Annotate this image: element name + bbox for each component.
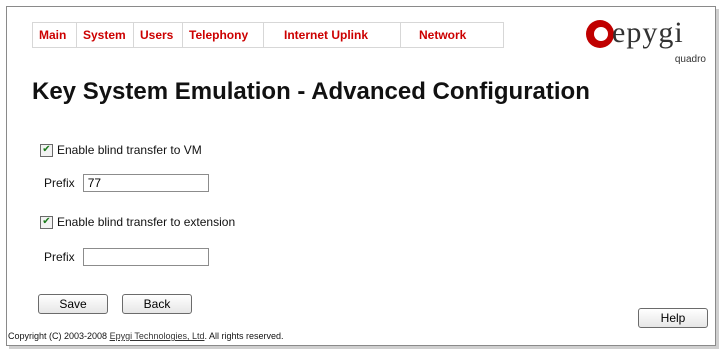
help-button[interactable]: Help bbox=[638, 308, 708, 328]
copyright-prefix: Copyright (C) 2003-2008 bbox=[8, 331, 108, 341]
ext-checkbox[interactable]: ✔ bbox=[40, 215, 53, 229]
vm-prefix-row: Prefix bbox=[44, 174, 209, 192]
nav-item-network[interactable]: Network bbox=[401, 23, 503, 47]
vm-checkbox-label: Enable blind transfer to VM bbox=[57, 143, 202, 157]
ext-checkbox-label: Enable blind transfer to extension bbox=[57, 215, 236, 229]
back-button[interactable]: Back bbox=[122, 294, 192, 314]
nav-item-system[interactable]: System bbox=[77, 23, 134, 47]
copyright-suffix: . All rights reserved. bbox=[204, 331, 284, 341]
top-nav: Main System Users Telephony Internet Upl… bbox=[32, 22, 504, 48]
copyright-footer: Copyright (C) 2003-2008 Epygi Technologi… bbox=[8, 331, 284, 341]
vm-checkbox[interactable]: ✔ bbox=[40, 143, 53, 157]
epygi-logo-mark bbox=[586, 20, 614, 48]
ext-prefix-row: Prefix bbox=[44, 248, 209, 266]
ext-checkbox-row: ✔ Enable blind transfer to extension bbox=[40, 215, 235, 229]
vm-prefix-input[interactable] bbox=[82, 174, 209, 192]
page-title: Key System Emulation - Advanced Configur… bbox=[32, 78, 590, 105]
vm-checkbox-row: ✔ Enable blind transfer to VM bbox=[40, 143, 202, 157]
ext-prefix-label: Prefix bbox=[44, 250, 75, 264]
logo-subtitle: quadro bbox=[674, 54, 706, 65]
nav-item-internet-uplink[interactable]: Internet Uplink bbox=[264, 23, 401, 47]
logo-brand: epygi bbox=[612, 16, 684, 49]
epygi-logo: epygi quadro bbox=[576, 16, 706, 65]
epygi-link[interactable]: Epygi Technologies, Ltd bbox=[110, 331, 205, 341]
save-button[interactable]: Save bbox=[38, 294, 108, 314]
nav-item-telephony[interactable]: Telephony bbox=[183, 23, 264, 47]
nav-item-main[interactable]: Main bbox=[33, 23, 77, 47]
nav-item-users[interactable]: Users bbox=[134, 23, 183, 47]
vm-prefix-label: Prefix bbox=[44, 176, 75, 190]
ext-prefix-input[interactable] bbox=[82, 248, 209, 266]
